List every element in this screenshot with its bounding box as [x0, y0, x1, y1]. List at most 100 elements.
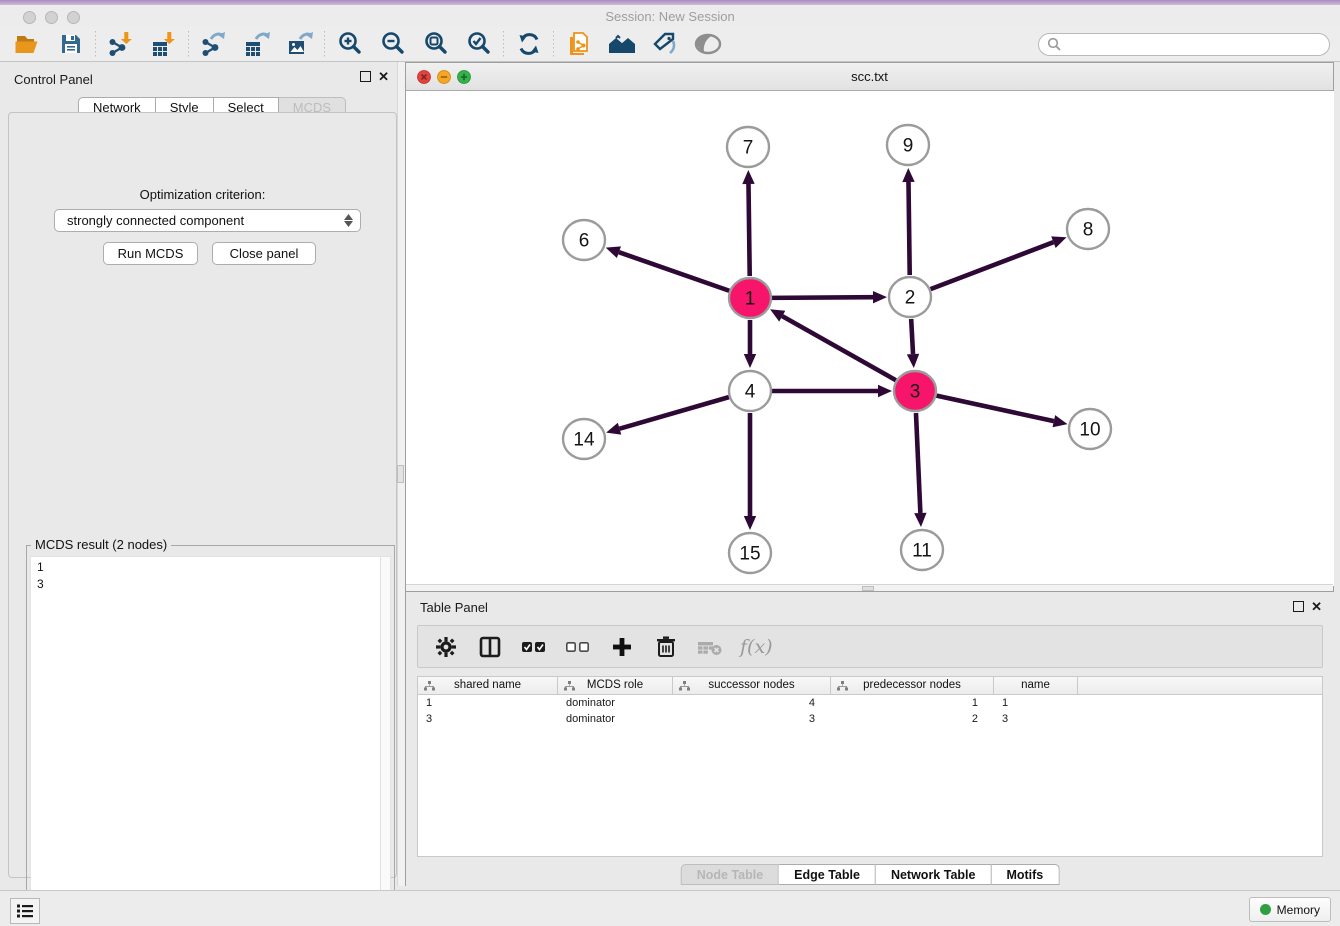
run-mcds-button[interactable]: Run MCDS — [103, 242, 198, 265]
table-cell[interactable]: 1 — [418, 695, 558, 711]
close-panel-button[interactable]: Close panel — [212, 242, 316, 265]
table-cell[interactable]: 3 — [994, 711, 1078, 727]
svg-text:15: 15 — [739, 544, 760, 565]
hscroll-handle[interactable] — [862, 586, 874, 591]
mcds-result-area[interactable]: 13 — [30, 556, 391, 918]
save-session-icon[interactable] — [49, 28, 92, 60]
graph-edge-2-9[interactable] — [902, 168, 914, 275]
panel-splitter[interactable] — [397, 62, 406, 886]
import-network-icon[interactable] — [99, 28, 142, 60]
graph-node-4[interactable]: 4 — [729, 371, 771, 411]
open-session-icon[interactable] — [6, 28, 49, 60]
show-graphics-details-icon[interactable] — [686, 28, 729, 60]
graph-edge-1-2[interactable] — [772, 291, 887, 303]
import-table-icon[interactable] — [142, 28, 185, 60]
toolbar-separator — [95, 31, 96, 57]
mcds-result-lines: 13 — [37, 559, 44, 593]
float-table-panel-icon[interactable] — [1293, 601, 1304, 612]
close-panel-icon[interactable]: ✕ — [378, 71, 389, 82]
table-tab-edge-table[interactable]: Edge Table — [779, 864, 876, 885]
close-table-panel-icon[interactable]: ✕ — [1311, 601, 1322, 612]
column-header-successor-nodes[interactable]: successor nodes — [673, 677, 831, 695]
graph-node-7[interactable]: 7 — [727, 127, 769, 167]
network-hscrollbar[interactable] — [406, 584, 1333, 591]
splitter-handle[interactable] — [397, 465, 404, 483]
search-box[interactable] — [1038, 33, 1330, 56]
zoom-selected-icon[interactable] — [457, 28, 500, 60]
table-tab-motifs[interactable]: Motifs — [991, 864, 1059, 885]
table-cell[interactable]: dominator — [558, 711, 673, 727]
export-table-icon[interactable] — [235, 28, 278, 60]
column-header-predecessor-nodes[interactable]: predecessor nodes — [831, 677, 994, 695]
table-row[interactable]: 1dominator411 — [418, 695, 1322, 711]
graph-node-3[interactable]: 3 — [894, 371, 936, 411]
result-scrollbar[interactable] — [380, 557, 390, 917]
graph-edge-4-14[interactable] — [606, 397, 729, 435]
clone-network-icon[interactable] — [557, 28, 600, 60]
graph-edge-1-6[interactable] — [606, 246, 730, 290]
table-tab-network-table[interactable]: Network Table — [876, 864, 992, 885]
search-icon — [1047, 37, 1061, 51]
select-all-icon[interactable] — [520, 633, 548, 661]
graph-node-1[interactable]: 1 — [729, 278, 771, 318]
deselect-all-icon[interactable] — [564, 633, 592, 661]
app-titlebar: Session: New Session — [0, 5, 1340, 27]
graph-node-8[interactable]: 8 — [1067, 209, 1109, 249]
task-history-button[interactable] — [10, 898, 40, 924]
table-cell[interactable]: 1 — [831, 695, 994, 711]
table-cell[interactable]: 1 — [994, 695, 1078, 711]
result-line: 1 — [37, 559, 44, 576]
graph-edge-3-1[interactable] — [770, 309, 896, 380]
criterion-dropdown[interactable]: strongly connected component — [54, 209, 361, 232]
graph-edge-2-3[interactable] — [907, 319, 919, 368]
graph-edge-2-8[interactable] — [931, 236, 1067, 289]
table-cell[interactable]: 3 — [673, 711, 831, 727]
graph-edge-4-3[interactable] — [772, 385, 892, 397]
criterion-value: strongly connected component — [67, 213, 244, 228]
column-header-name[interactable]: name — [994, 677, 1078, 695]
add-column-icon[interactable] — [608, 633, 636, 661]
graph-node-10[interactable]: 10 — [1069, 409, 1111, 449]
graph-node-15[interactable]: 15 — [729, 533, 771, 573]
table-cell[interactable]: 4 — [673, 695, 831, 711]
network-window-titlebar[interactable]: scc.txt — [406, 63, 1333, 91]
apply-layout-icon[interactable] — [507, 28, 550, 60]
table-settings-icon[interactable] — [432, 633, 460, 661]
graph-node-14[interactable]: 14 — [563, 419, 605, 459]
svg-text:4: 4 — [745, 382, 756, 403]
node-table[interactable]: shared nameMCDS rolesuccessor nodesprede… — [417, 676, 1323, 857]
table-row[interactable]: 3dominator323 — [418, 711, 1322, 727]
table-toolbar: f(x) — [417, 625, 1323, 668]
graph-edge-3-11[interactable] — [914, 413, 926, 527]
graph-edge-1-7[interactable] — [742, 170, 754, 276]
table-cell[interactable]: 2 — [831, 711, 994, 727]
graph-edge-3-10[interactable] — [936, 396, 1067, 428]
table-cell[interactable]: dominator — [558, 695, 673, 711]
graph-node-9[interactable]: 9 — [887, 125, 929, 165]
graph-node-6[interactable]: 6 — [563, 220, 605, 260]
network-canvas[interactable]: 7 9 6 8 1 2 4 3 14 10 15 11 — [406, 91, 1334, 586]
table-header-row: shared nameMCDS rolesuccessor nodesprede… — [418, 677, 1322, 695]
search-input[interactable] — [1066, 37, 1321, 51]
graph-node-2[interactable]: 2 — [889, 277, 931, 317]
export-network-icon[interactable] — [192, 28, 235, 60]
graph-node-11[interactable]: 11 — [901, 530, 943, 570]
table-cell[interactable]: 3 — [418, 711, 558, 727]
graph-edge-1-4[interactable] — [744, 320, 756, 368]
delete-column-icon[interactable] — [652, 633, 680, 661]
zoom-out-icon[interactable] — [371, 28, 414, 60]
hide-labels-icon[interactable] — [643, 28, 686, 60]
memory-button[interactable]: Memory — [1249, 897, 1331, 922]
zoom-fit-icon[interactable] — [414, 28, 457, 60]
column-header-mcds-role[interactable]: MCDS role — [558, 677, 673, 695]
first-neighbors-icon[interactable] — [600, 28, 643, 60]
float-panel-icon[interactable] — [360, 71, 371, 82]
control-panel: Control Panel ✕ NetworkStyleSelectMCDS O… — [0, 62, 406, 886]
graph-edge-4-15[interactable] — [744, 413, 756, 530]
table-tab-node-table[interactable]: Node Table — [681, 864, 779, 885]
show-column-panel-icon[interactable] — [476, 633, 504, 661]
toolbar-separator — [553, 31, 554, 57]
zoom-in-icon[interactable] — [328, 28, 371, 60]
column-header-shared-name[interactable]: shared name — [418, 677, 558, 695]
export-image-icon[interactable] — [278, 28, 321, 60]
